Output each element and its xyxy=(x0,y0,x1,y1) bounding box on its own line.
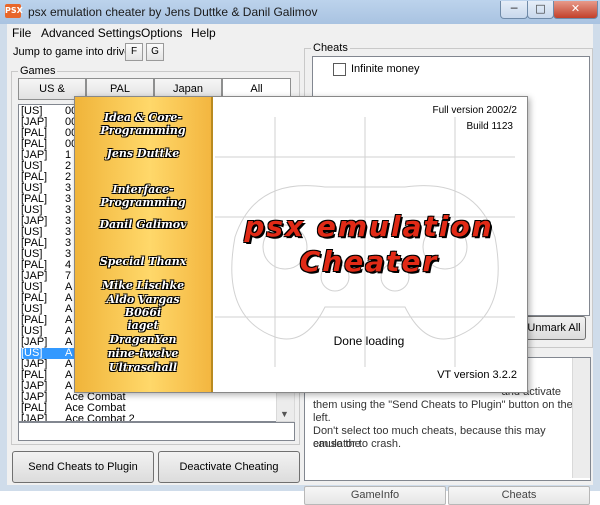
cheat-label[interactable]: Infinite money xyxy=(351,63,419,75)
info-scrollbar[interactable] xyxy=(572,358,590,478)
menu-file[interactable]: File xyxy=(12,26,31,40)
menu-advanced-settings[interactable]: Advanced Settings xyxy=(41,26,141,40)
scroll-down-icon[interactable]: ▼ xyxy=(280,409,289,419)
credit-line: Aldo Vargas xyxy=(106,293,180,306)
games-search-field[interactable] xyxy=(18,422,295,441)
credit-line: Programming xyxy=(100,124,186,137)
credit-line: Programming xyxy=(100,196,186,209)
splash-version: Full version 2002/2 xyxy=(432,105,518,116)
credit-line: Danil Galimov xyxy=(99,218,187,231)
logo-line-2: Cheater xyxy=(299,245,439,278)
credit-line: iaget xyxy=(127,319,159,332)
credit-line: Mike Lischke xyxy=(101,279,185,292)
credit-line: Special Thanx xyxy=(99,255,187,268)
list-item[interactable]: [JAP] Ace Combat 2 xyxy=(21,414,275,422)
tab-gameinfo[interactable]: GameInfo xyxy=(304,486,446,505)
credit-line: DragenYen xyxy=(109,333,177,346)
jump-label: Jump to game into drive xyxy=(13,46,131,58)
credit-line: Interface- xyxy=(112,183,174,196)
psx-app-icon[interactable]: PSX xyxy=(5,4,23,18)
close-button[interactable]: ✕ xyxy=(553,1,598,19)
menu-bar: File Advanced Settings Options Help xyxy=(7,24,593,42)
credit-line: Ultraschall xyxy=(108,361,178,374)
unmark-all-button[interactable]: Unmark All xyxy=(522,316,586,340)
splash-screen: Idea & Core- Programming Jens Duttke Interf… xyxy=(74,96,528,393)
window-title: psx emulation cheater by Jens Duttke & D… xyxy=(28,5,318,19)
credits-panel: Idea & Core- Programming Jens Duttke Interf… xyxy=(75,97,213,392)
info-line-2: them using the "Send Cheats to Plugin" b… xyxy=(313,399,573,424)
info-line-4: emulator to crash. xyxy=(313,438,402,450)
title-bar[interactable]: PSX psx emulation cheater by Jens Duttke… xyxy=(0,0,600,24)
maximize-button[interactable]: □ xyxy=(527,1,554,19)
list-item[interactable]: [JAP] Ace Combat xyxy=(21,392,275,403)
menu-help[interactable]: Help xyxy=(191,26,216,40)
cheat-checkbox[interactable] xyxy=(333,63,346,76)
vt-version: VT version 3.2.2 xyxy=(437,369,517,381)
minimize-button[interactable]: ─ xyxy=(500,1,528,19)
credit-line: Idea & Core- xyxy=(103,111,182,124)
jump-f-button[interactable]: F xyxy=(125,43,143,61)
cheats-legend: Cheats xyxy=(311,42,350,54)
app-window: PSX psx emulation cheater by Jens Duttke… xyxy=(0,0,600,505)
logo-line-1: psx emulation xyxy=(244,210,494,243)
list-item-region: [JAP] xyxy=(21,413,48,422)
splash-build: Build 1123 xyxy=(466,121,513,132)
jump-g-button[interactable]: G xyxy=(146,43,164,61)
loading-status: Done loading xyxy=(333,334,405,348)
games-legend: Games xyxy=(18,65,58,77)
deactivate-cheating-button[interactable]: Deactivate Cheating xyxy=(158,451,300,483)
list-item-name: Ace Combat 2 xyxy=(65,413,135,422)
send-cheats-button[interactable]: Send Cheats to Plugin xyxy=(12,451,154,483)
credit-line: Jens Duttke xyxy=(106,147,180,160)
credit-line: nine-twelve xyxy=(107,347,179,360)
tab-cheats[interactable]: Cheats xyxy=(448,486,590,505)
list-item[interactable]: [PAL] Ace Combat xyxy=(21,403,275,414)
menu-options[interactable]: Options xyxy=(141,26,182,40)
credit-line: B066i xyxy=(124,306,162,319)
